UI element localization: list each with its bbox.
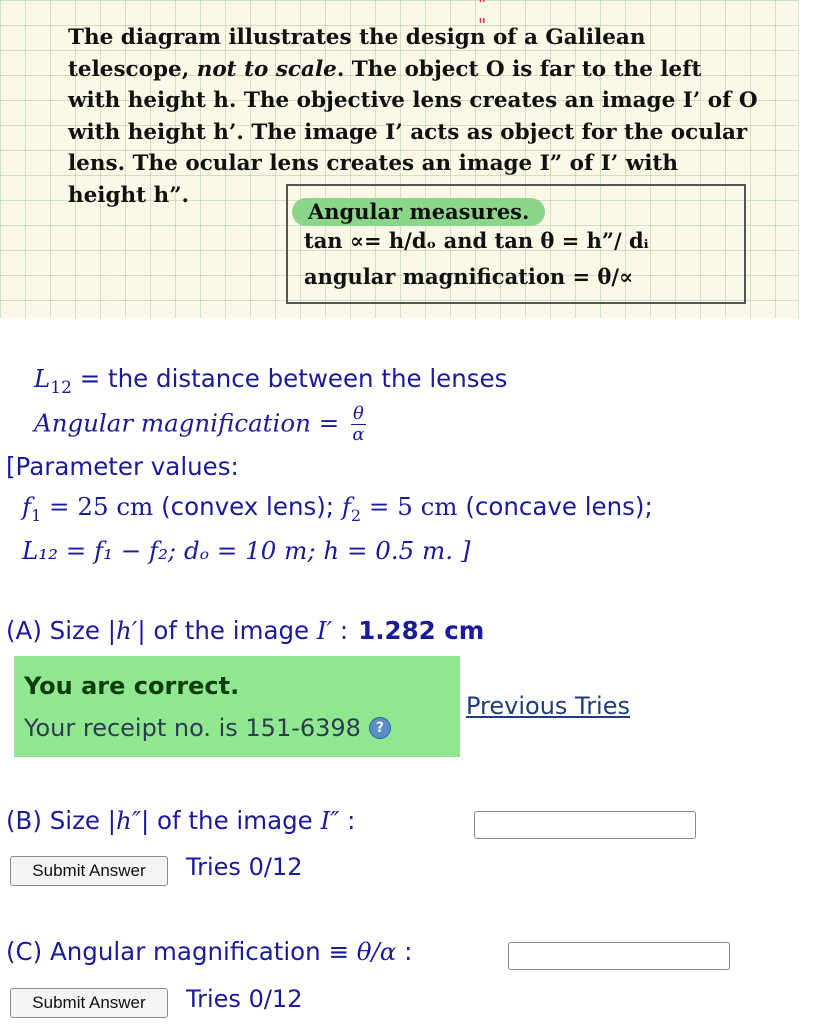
part-b-label-pre: (B) Size | <box>6 806 117 835</box>
f2-subscript: 2 <box>350 505 362 525</box>
angular-magnification-definition: Angular magnification = θα <box>34 404 366 445</box>
angular-measures-box: Angular measures. tan ∝= h/dₒ and tan θ … <box>286 184 746 304</box>
part-b-label-mid: | of the image <box>140 806 321 835</box>
part-a-colon: : <box>332 616 349 645</box>
parameter-values-title: [Parameter values: <box>6 452 239 481</box>
previous-tries-link[interactable]: Previous Tries <box>466 692 630 720</box>
fraction-denominator: α <box>352 424 365 445</box>
l12-text: = the distance between the lenses <box>71 364 508 393</box>
part-c-question: (C) Angular magnification ≡ θ/α : <box>6 937 412 966</box>
part-c-math: θ/α <box>356 937 397 966</box>
part-a-label-mid: | of the image <box>137 616 317 645</box>
equals-sign: = <box>310 408 348 438</box>
angular-measures-formula-2: angular magnification = θ/∝ <box>304 264 634 289</box>
f2-symbol: f <box>341 492 351 521</box>
part-c-colon: : <box>396 937 413 966</box>
f2-value: = 5 cm <box>361 492 458 521</box>
diagram-description: The diagram illustrates the design of a … <box>68 22 758 211</box>
description-emphasis: not to scale <box>196 56 337 82</box>
help-icon[interactable]: ? <box>368 717 391 739</box>
part-b-variable: h″ <box>116 806 141 835</box>
receipt-line: Your receipt no. is 151-6398? <box>24 714 460 742</box>
fraction-numerator: θ <box>351 403 366 425</box>
part-b-answer-input[interactable] <box>474 811 696 839</box>
part-c-tries: Tries 0/12 <box>186 985 303 1013</box>
part-c-submit-button[interactable]: Submit Answer <box>10 988 168 1018</box>
f1-subscript: 1 <box>31 505 42 525</box>
part-c-label-pre: (C) Angular magnification ≡ <box>6 937 357 966</box>
f1-note: (convex lens); <box>153 492 342 521</box>
l12-definition: L12 = the distance between the lenses <box>34 364 507 398</box>
part-a-answer: 1.282 cm <box>358 616 485 645</box>
angular-measures-formula-1: tan ∝= h/dₒ and tan θ = h”/ dᵢ <box>304 228 649 253</box>
part-c-answer-input[interactable] <box>508 942 730 970</box>
l12-subscript: 12 <box>50 377 72 398</box>
receipt-number: Your receipt no. is 151-6398 <box>24 714 361 742</box>
angular-magnification-label: Angular magnification <box>34 408 311 438</box>
correct-feedback-box: You are correct. Your receipt no. is 151… <box>14 656 460 757</box>
correct-message: You are correct. <box>24 672 240 700</box>
l12-symbol: L <box>34 364 51 393</box>
theta-over-alpha-fraction: θα <box>351 404 366 445</box>
telescope-diagram-panel: " " The diagram illustrates the design o… <box>0 0 799 318</box>
angular-measures-title: Angular measures. <box>292 198 546 226</box>
f1-value: = 25 cm <box>41 492 154 521</box>
f2-note: (concave lens); <box>457 492 653 521</box>
part-b-question: (B) Size |h″| of the image I″ : <box>6 806 355 835</box>
f1-symbol: f <box>22 492 32 521</box>
part-a-image-symbol: I′ <box>316 616 333 645</box>
part-a-variable: h′ <box>116 616 138 645</box>
part-b-tries: Tries 0/12 <box>186 853 303 881</box>
part-b-submit-button[interactable]: Submit Answer <box>10 856 168 886</box>
part-a-question: (A) Size |h′| of the image I′ :1.282 cm <box>6 616 484 645</box>
parameter-values-line-1: f1 = 25 cm (convex lens); f2 = 5 cm (con… <box>22 492 653 525</box>
part-b-image-symbol: I″ <box>320 806 340 835</box>
parameter-values-line-2: L₁₂ = f₁ − f₂; dₒ = 10 m; h = 0.5 m. ] <box>22 536 471 565</box>
part-a-label-pre: (A) Size | <box>6 616 116 645</box>
part-b-colon: : <box>339 806 356 835</box>
